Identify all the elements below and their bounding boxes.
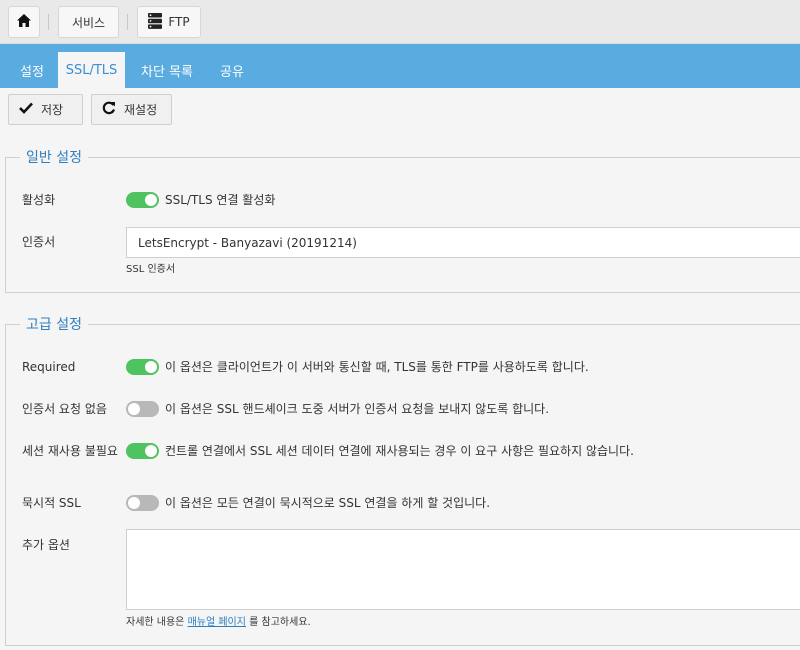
- home-button[interactable]: [8, 6, 40, 38]
- no-session-reuse-toggle[interactable]: [126, 443, 159, 459]
- manual-page-link[interactable]: 매뉴얼 페이지: [188, 617, 246, 628]
- breadcrumb-services[interactable]: 서비스: [58, 6, 119, 38]
- toggle-knob: [145, 361, 157, 373]
- tab-sharing-label: 공유: [220, 64, 244, 80]
- refresh-icon: [102, 101, 116, 118]
- required-row: 이 옵션은 클라이언트가 이 서버와 통신할 때, TLS를 통한 FTP를 사…: [126, 359, 589, 376]
- server-icon: [148, 12, 163, 32]
- required-toggle[interactable]: [126, 359, 159, 375]
- certificate-select[interactable]: LetsEncrypt - Banyazavi (20191214): [126, 227, 800, 258]
- implicit-ssl-label: 묵시적 SSL: [22, 496, 81, 510]
- breadcrumb-separator: [127, 14, 128, 30]
- breadcrumb-ftp-label: FTP: [168, 15, 190, 29]
- enable-label: 활성화: [22, 193, 56, 207]
- required-label: Required: [22, 360, 76, 374]
- tab-settings[interactable]: 설정: [10, 52, 54, 88]
- tab-ssl-tls-label: SSL/TLS: [65, 62, 118, 78]
- save-label: 저장: [41, 103, 64, 117]
- tab-ssl-tls[interactable]: SSL/TLS: [58, 52, 125, 88]
- advanced-settings-legend: 고급 설정: [20, 314, 88, 334]
- extra-options-label: 추가 옵션: [22, 538, 70, 552]
- extra-options-help: 자세한 내용은 매뉴얼 페이지 를 참고하세요.: [126, 613, 311, 628]
- no-cert-request-row: 이 옵션은 SSL 핸드셰이크 도중 서버가 인증서 요청을 보내지 않도록 합…: [126, 401, 549, 418]
- certificate-label: 인증서: [22, 235, 56, 249]
- implicit-ssl-toggle[interactable]: [126, 495, 159, 511]
- no-cert-request-label: 인증서 요청 없음: [22, 402, 107, 416]
- enable-row: SSL/TLS 연결 활성화: [126, 192, 275, 209]
- reset-button[interactable]: 재설정: [91, 94, 172, 125]
- no-cert-request-text: 이 옵션은 SSL 핸드셰이크 도중 서버가 인증서 요청을 보내지 않도록 합…: [165, 402, 550, 416]
- no-session-reuse-label: 세션 재사용 불필요: [22, 444, 118, 458]
- breadcrumb-ftp[interactable]: FTP: [137, 6, 201, 38]
- reset-label: 재설정: [124, 103, 158, 117]
- required-text: 이 옵션은 클라이언트가 이 서버와 통신할 때, TLS를 통한 FTP를 사…: [165, 360, 589, 374]
- breadcrumb: 서비스 FTP: [0, 0, 800, 44]
- home-icon: [17, 14, 31, 30]
- toggle-knob: [145, 194, 157, 206]
- toggle-knob: [128, 497, 140, 509]
- no-session-reuse-text: 컨트롤 연결에서 SSL 세션 데이터 연결에 재사용되는 경우 이 요구 사항…: [165, 444, 634, 458]
- tab-blocklist[interactable]: 차단 목록: [131, 52, 203, 88]
- breadcrumb-separator: [48, 14, 49, 30]
- tab-blocklist-label: 차단 목록: [141, 64, 193, 80]
- breadcrumb-services-label: 서비스: [71, 15, 106, 30]
- no-session-reuse-row: 컨트롤 연결에서 SSL 세션 데이터 연결에 재사용되는 경우 이 요구 사항…: [126, 443, 634, 460]
- certificate-value: LetsEncrypt - Banyazavi (20191214): [138, 235, 357, 250]
- enable-toggle[interactable]: [126, 192, 159, 208]
- implicit-ssl-row: 이 옵션은 모든 연결이 묵시적으로 SSL 연결을 하게 할 것입니다.: [126, 495, 490, 512]
- general-settings-legend: 일반 설정: [20, 147, 88, 167]
- advanced-settings-section: 고급 설정 Required 이 옵션은 클라이언트가 이 서버와 통신할 때,…: [5, 314, 800, 646]
- general-settings-section: 일반 설정 활성화 SSL/TLS 연결 활성화 인증서 LetsEncrypt…: [5, 147, 800, 293]
- save-button[interactable]: 저장: [8, 94, 83, 125]
- extra-options-textarea[interactable]: [126, 529, 800, 610]
- toggle-knob: [145, 445, 157, 457]
- no-cert-request-toggle[interactable]: [126, 401, 159, 417]
- help-before-text: 자세한 내용은: [126, 617, 185, 628]
- implicit-ssl-text: 이 옵션은 모든 연결이 묵시적으로 SSL 연결을 하게 할 것입니다.: [165, 496, 491, 510]
- tab-settings-label: 설정: [20, 64, 44, 80]
- tab-sharing[interactable]: 공유: [210, 52, 254, 88]
- enable-text: SSL/TLS 연결 활성화: [165, 193, 276, 207]
- help-after-text: 를 참고하세요.: [249, 617, 311, 628]
- certificate-help: SSL 인증서: [126, 264, 176, 275]
- check-icon: [19, 102, 33, 117]
- tab-bar: 설정 SSL/TLS 차단 목록 공유: [0, 44, 800, 88]
- toggle-knob: [128, 403, 140, 415]
